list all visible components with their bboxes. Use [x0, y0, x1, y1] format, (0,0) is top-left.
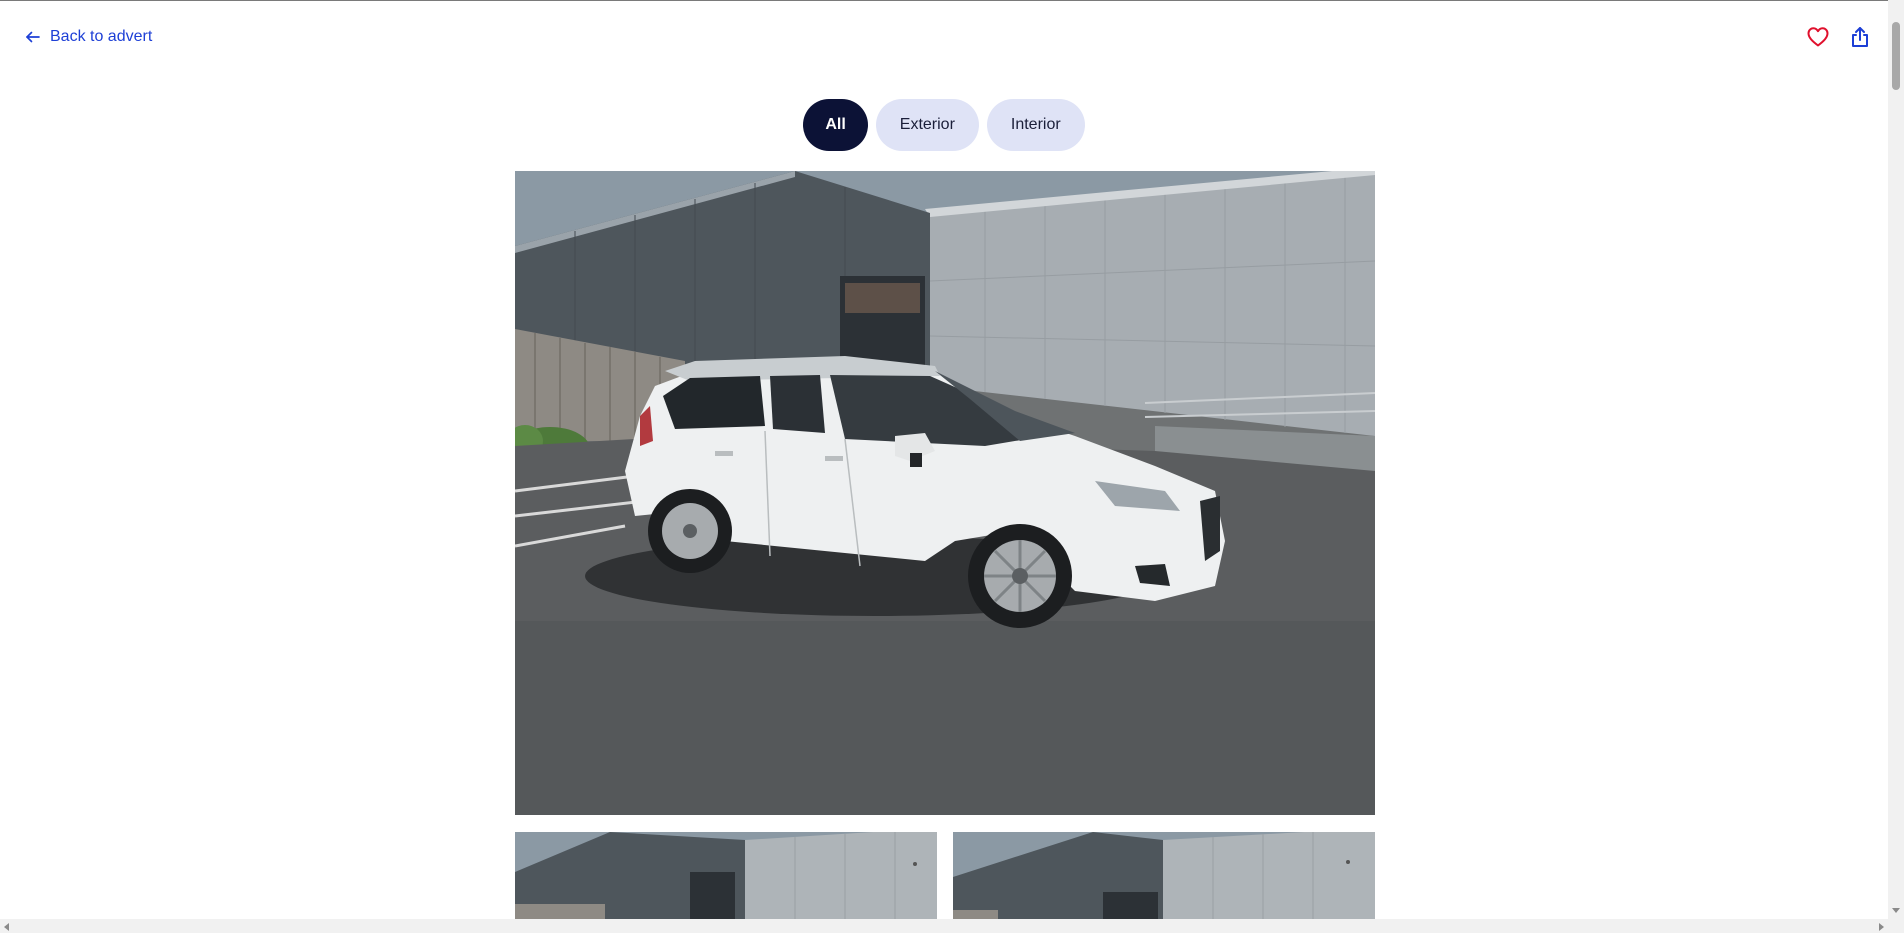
save-favourite-button[interactable]	[1806, 23, 1830, 51]
vertical-scrollbar[interactable]	[1888, 0, 1904, 933]
filter-chip-interior[interactable]: Interior	[986, 99, 1085, 151]
window-top-border	[0, 0, 1904, 1]
horizontal-scrollbar[interactable]	[0, 919, 1888, 933]
scroll-left-arrow-icon[interactable]	[4, 923, 9, 931]
header-actions	[1806, 23, 1872, 51]
share-button[interactable]	[1848, 23, 1872, 51]
scroll-down-arrow-icon[interactable]	[1892, 908, 1900, 913]
photo-filter-tabs: All Exterior Interior	[0, 99, 1888, 151]
arrow-left-icon	[24, 28, 42, 46]
filter-chip-exterior[interactable]: Exterior	[875, 99, 979, 151]
back-to-advert-label: Back to advert	[50, 28, 153, 45]
gallery-thumbnail[interactable]	[953, 832, 1375, 933]
filter-chip-all[interactable]: All	[803, 99, 868, 151]
main-car-photo[interactable]	[515, 171, 1375, 815]
back-to-advert-link[interactable]: Back to advert	[24, 25, 152, 49]
heart-icon	[1806, 25, 1830, 49]
share-icon	[1848, 25, 1872, 49]
scroll-right-arrow-icon[interactable]	[1879, 923, 1884, 931]
gallery-page: Back to advert All Exterior Interior	[0, 0, 1904, 933]
vertical-scrollbar-thumb[interactable]	[1892, 22, 1900, 90]
gallery-thumbnail[interactable]	[515, 832, 937, 933]
